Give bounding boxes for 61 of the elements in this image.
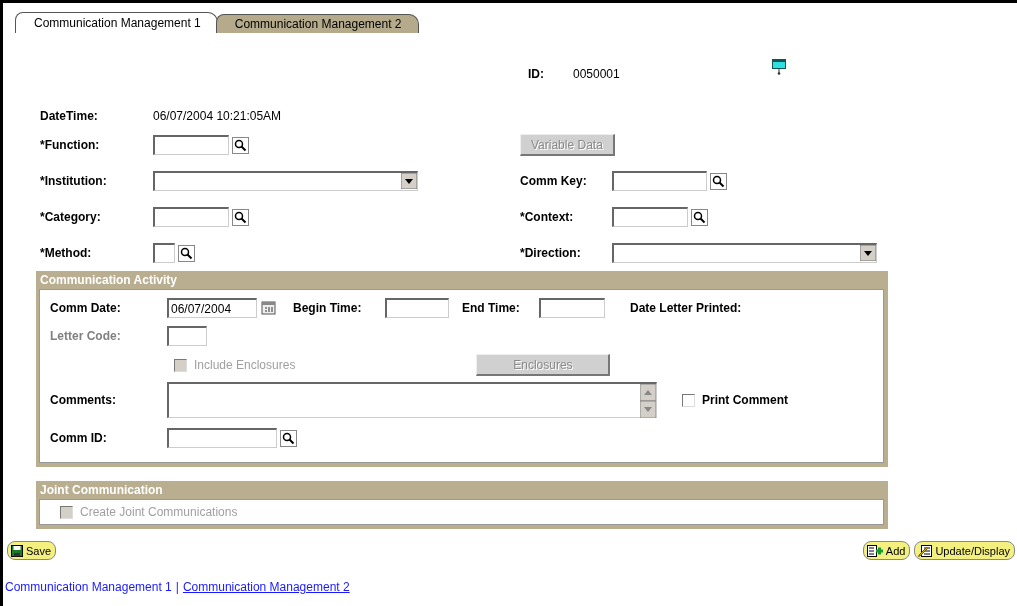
text-field[interactable]	[153, 243, 175, 263]
search-icon	[712, 174, 725, 188]
text-field[interactable]	[167, 428, 277, 448]
search-icon	[234, 210, 247, 224]
field-label: *Context:	[520, 210, 574, 224]
field-label: *Category:	[40, 210, 101, 224]
time-field[interactable]	[385, 298, 449, 318]
field-label: Date Letter Printed:	[630, 301, 742, 315]
dropdown-field[interactable]	[153, 171, 418, 191]
add-button[interactable]: Add	[862, 541, 911, 560]
text-field[interactable]	[153, 207, 229, 227]
search-icon	[693, 210, 706, 224]
search-icon	[234, 138, 247, 152]
id-value: 0050001	[573, 67, 620, 81]
add-icon	[866, 544, 883, 557]
field-label: *Method:	[40, 246, 92, 260]
dropdown-arrow-icon	[860, 245, 876, 261]
scroll-arrows-icon	[640, 384, 656, 418]
text-field[interactable]	[153, 135, 229, 155]
time-field[interactable]	[539, 298, 605, 318]
checkbox[interactable]: Print Comment	[682, 393, 788, 407]
update-display-button[interactable]: Update/Display	[914, 541, 1015, 560]
lookup-button[interactable]	[232, 208, 249, 226]
field-label: Comments:	[50, 393, 116, 407]
field-label: Comm ID:	[50, 431, 107, 445]
field-label: Comm Date:	[50, 301, 121, 315]
date-field[interactable]: 06/07/2004	[167, 298, 257, 318]
nav-link[interactable]: Communication Management 2	[182, 580, 350, 594]
lookup-button[interactable]	[691, 208, 708, 226]
datetime-label: DateTime:	[40, 109, 99, 123]
link-separator: |	[175, 580, 179, 594]
field-label: Letter Code:	[50, 329, 121, 343]
lookup-button[interactable]	[280, 429, 297, 447]
section-title: Communication Activity	[39, 272, 178, 289]
field-label: Comm Key:	[520, 174, 587, 188]
calendar-icon[interactable]	[261, 300, 277, 316]
save-button[interactable]: Save	[7, 541, 57, 560]
presentation-board-icon	[771, 59, 786, 75]
nav-link[interactable]: Communication Management 1	[5, 580, 172, 594]
id-label: ID:	[528, 67, 545, 81]
letter-code-field[interactable]	[167, 326, 207, 346]
dropdown-field[interactable]	[612, 243, 877, 263]
tab[interactable]: Communication Management 2	[215, 14, 419, 33]
field-label: *Direction:	[520, 246, 581, 260]
search-icon	[180, 246, 193, 260]
lookup-button[interactable]	[710, 172, 727, 190]
tab[interactable]: Communication Management 1	[15, 12, 218, 33]
comments-field[interactable]	[167, 382, 657, 418]
field-label: End Time:	[462, 301, 521, 315]
dropdown-arrow-icon	[401, 173, 417, 189]
field-label: Begin Time:	[293, 301, 363, 315]
field-label: *Institution:	[40, 174, 107, 188]
text-field[interactable]	[612, 207, 688, 227]
lookup-button[interactable]	[232, 136, 249, 154]
search-icon	[282, 431, 295, 445]
datetime-value: 06/07/2004 10:21:05AM	[153, 109, 283, 123]
section-title: Joint Communication	[39, 482, 164, 499]
field-label: *Function:	[40, 138, 100, 152]
lookup-button[interactable]	[178, 244, 195, 262]
pencil-form-icon	[918, 544, 933, 557]
text-field[interactable]	[612, 171, 707, 191]
